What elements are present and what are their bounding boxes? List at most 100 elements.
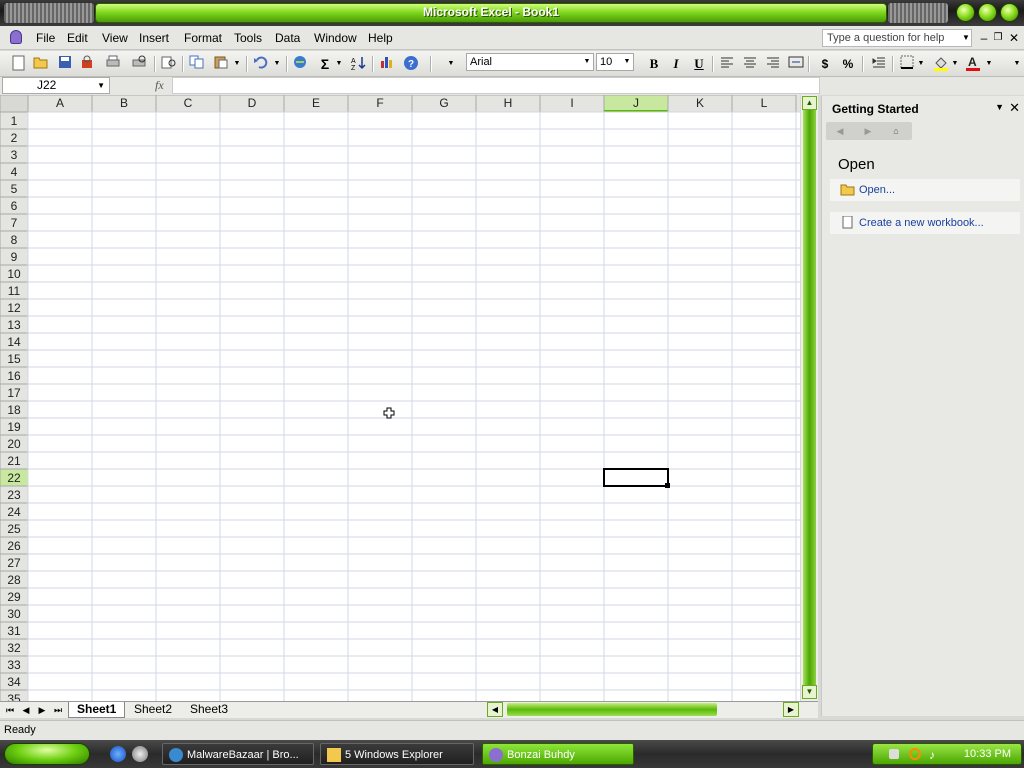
- row-header-label: 35: [7, 692, 21, 701]
- bold-button[interactable]: B: [645, 55, 663, 73]
- scroll-down-icon[interactable]: ▼: [802, 685, 817, 699]
- scroll-right-icon[interactable]: ▶: [783, 702, 799, 717]
- help-icon[interactable]: ?: [402, 55, 420, 73]
- minimize-button[interactable]: [956, 3, 975, 22]
- forward-icon[interactable]: ▶: [860, 123, 876, 139]
- research-icon[interactable]: [160, 55, 178, 73]
- sort-ascending-icon[interactable]: AZ: [350, 55, 368, 73]
- menu-format[interactable]: Format: [184, 31, 222, 45]
- last-sheet-icon[interactable]: ⏭: [51, 703, 65, 717]
- active-cell[interactable]: [603, 468, 669, 487]
- document-icon[interactable]: [10, 30, 22, 44]
- sheet-tab-sheet2[interactable]: Sheet2: [126, 702, 180, 718]
- font-name-select[interactable]: Arial ▼: [466, 53, 594, 71]
- save-icon[interactable]: [56, 55, 74, 73]
- new-icon[interactable]: [10, 55, 28, 73]
- borders-dropdown-icon[interactable]: ▼: [916, 55, 926, 73]
- paste-dropdown-icon[interactable]: ▼: [232, 55, 242, 73]
- internet-explorer-icon[interactable]: [110, 746, 126, 762]
- fill-color-dropdown-icon[interactable]: ▼: [950, 55, 960, 73]
- undo-icon[interactable]: [252, 55, 270, 73]
- currency-button[interactable]: $: [816, 55, 834, 73]
- taskbar-item-browser[interactable]: MalwareBazaar | Bro...: [162, 743, 314, 765]
- menu-file[interactable]: File: [36, 31, 55, 45]
- svg-text:A: A: [351, 58, 356, 65]
- font-size-dropdown-icon[interactable]: ▼: [622, 55, 632, 69]
- menu-data[interactable]: Data: [275, 31, 300, 45]
- autosum-dropdown-icon[interactable]: ▼: [334, 55, 344, 73]
- borders-icon[interactable]: [898, 55, 916, 73]
- first-sheet-icon[interactable]: ⏮: [3, 703, 17, 717]
- doc-restore-icon[interactable]: ❐: [990, 30, 1006, 46]
- select-all-corner[interactable]: [0, 95, 29, 113]
- menu-view[interactable]: View: [102, 31, 128, 45]
- doc-close-icon[interactable]: ✕: [1006, 30, 1022, 46]
- print-preview-icon[interactable]: [130, 55, 148, 73]
- menu-window[interactable]: Window: [314, 31, 357, 45]
- vertical-scroll-thumb[interactable]: [803, 110, 816, 686]
- close-button[interactable]: [1000, 3, 1019, 22]
- scroll-left-icon[interactable]: ◀: [487, 702, 503, 717]
- menu-insert[interactable]: Insert: [139, 31, 169, 45]
- align-center-icon[interactable]: [741, 55, 759, 73]
- increase-indent-icon[interactable]: [870, 55, 888, 73]
- sheet-tab-sheet1[interactable]: Sheet1: [68, 702, 126, 718]
- hyperlink-icon[interactable]: [292, 55, 310, 73]
- menu-tools[interactable]: Tools: [234, 31, 262, 45]
- font-color-dropdown-icon[interactable]: ▼: [984, 55, 994, 73]
- print-icon[interactable]: [104, 55, 122, 73]
- volume-icon[interactable]: ♪: [929, 748, 935, 762]
- permission-icon[interactable]: [78, 55, 96, 73]
- task-pane-menu-icon[interactable]: ▼: [995, 102, 1004, 112]
- quick-launch-icon[interactable]: [132, 746, 148, 762]
- search-icon[interactable]: [909, 748, 921, 760]
- vertical-scrollbar[interactable]: ▲ ▼: [801, 95, 818, 701]
- toolbar-options-icon[interactable]: ▼: [446, 55, 456, 73]
- fill-color-icon[interactable]: [932, 55, 950, 73]
- help-dropdown-icon[interactable]: ▼: [958, 30, 974, 46]
- taskbar-item-bonzai[interactable]: Bonzai Buhdy: [482, 743, 634, 765]
- copy-icon[interactable]: [188, 55, 206, 73]
- italic-button[interactable]: I: [667, 55, 685, 73]
- open-link[interactable]: Open...: [830, 179, 1020, 201]
- undo-dropdown-icon[interactable]: ▼: [272, 55, 282, 73]
- back-icon[interactable]: ◀: [832, 123, 848, 139]
- network-icon[interactable]: [889, 749, 899, 759]
- font-name-dropdown-icon[interactable]: ▼: [582, 55, 592, 69]
- scroll-up-icon[interactable]: ▲: [802, 96, 817, 110]
- horizontal-scrollbar[interactable]: ◀ ▶: [487, 702, 800, 717]
- name-box-dropdown-icon[interactable]: ▼: [97, 78, 105, 93]
- autosum-icon[interactable]: Σ: [316, 55, 334, 73]
- percent-button[interactable]: %: [839, 55, 857, 73]
- menu-help[interactable]: Help: [368, 31, 393, 45]
- name-box[interactable]: J22 ▼: [2, 77, 110, 94]
- grid-canvas[interactable]: A B C D E F G H I J K L1234567891011121314151617181…: [0, 95, 800, 701]
- home-icon[interactable]: ⌂: [888, 123, 904, 139]
- open-icon[interactable]: [32, 55, 50, 73]
- menu-edit[interactable]: Edit: [67, 31, 88, 45]
- status-text: Ready: [4, 724, 36, 736]
- worksheet-grid[interactable]: A B C D E F G H I J K L 1 2 3 4 5 6 7 8 9 10 11 12 13 14 15 16 17 18 1…: [0, 95, 800, 701]
- task-pane-close-icon[interactable]: ✕: [1009, 100, 1020, 116]
- help-search-input[interactable]: Type a question for help: [822, 29, 972, 47]
- font-color-icon[interactable]: A: [964, 55, 982, 73]
- font-size-select[interactable]: 10 ▼: [596, 53, 634, 71]
- merge-center-icon[interactable]: [787, 55, 805, 73]
- paste-icon[interactable]: [212, 55, 230, 73]
- taskbar-item-explorer[interactable]: 5 Windows Explorer: [320, 743, 474, 765]
- toolbar-overflow-icon[interactable]: ▼: [1012, 55, 1022, 73]
- create-workbook-link[interactable]: Create a new workbook...: [830, 212, 1020, 234]
- next-sheet-icon[interactable]: ▶: [35, 703, 49, 717]
- prev-sheet-icon[interactable]: ◀: [19, 703, 33, 717]
- formula-input[interactable]: [172, 77, 820, 94]
- align-left-icon[interactable]: [718, 55, 736, 73]
- underline-button[interactable]: U: [690, 55, 708, 73]
- chart-wizard-icon[interactable]: [378, 55, 396, 73]
- start-button[interactable]: [4, 743, 90, 765]
- fill-handle[interactable]: [665, 483, 670, 488]
- horizontal-scroll-thumb[interactable]: [507, 703, 717, 716]
- insert-function-icon[interactable]: fx: [155, 78, 164, 93]
- sheet-tab-sheet3[interactable]: Sheet3: [182, 702, 236, 718]
- align-right-icon[interactable]: [764, 55, 782, 73]
- maximize-button[interactable]: [978, 3, 997, 22]
